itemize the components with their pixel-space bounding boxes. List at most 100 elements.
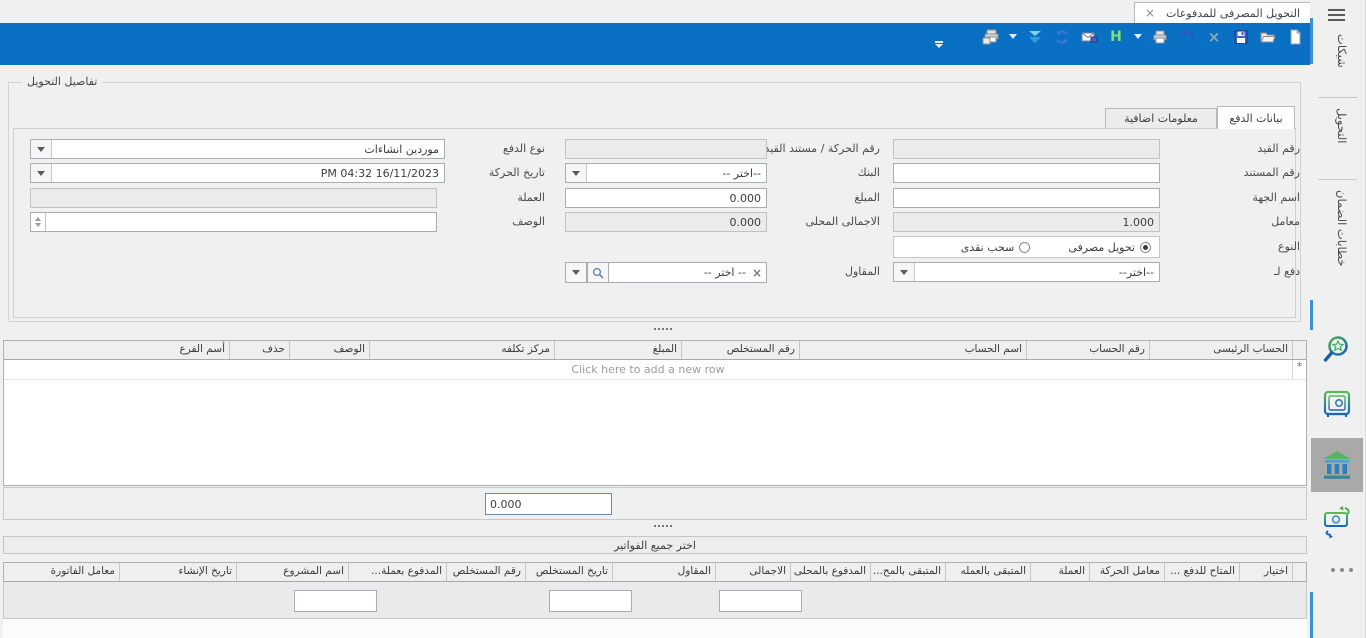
grid2-filter-input-1[interactable] (294, 590, 377, 612)
tab-additional-info[interactable]: معلومات اضافية (1105, 108, 1217, 129)
column-header[interactable]: الاجمالى (715, 563, 790, 581)
open-folder-icon[interactable] (1259, 28, 1277, 46)
label-document-number: رقم المستند (1244, 166, 1300, 179)
dropdown-button[interactable] (31, 164, 52, 182)
label-local-total: الاجمالى المحلى (805, 215, 880, 228)
print-preview-icon[interactable] (982, 28, 1000, 46)
money-transfer-icon[interactable] (1320, 502, 1354, 540)
save-icon[interactable] (1232, 28, 1250, 46)
clear-icon[interactable]: × (752, 266, 762, 280)
column-header[interactable]: معامل الحركة (1089, 563, 1164, 581)
dropdown-button[interactable] (565, 262, 587, 283)
bank-icon[interactable] (1311, 438, 1363, 492)
app-window: { "doc_tab": { "title": "التحويل المصرفى… (0, 0, 1366, 638)
sidebar-item-transfer[interactable]: التحويل (1335, 108, 1349, 143)
sidebar-item-guarantee-letters[interactable]: خطابات الضمان (1335, 190, 1349, 267)
column-header[interactable]: المقاول (612, 563, 715, 581)
column-header[interactable]: تاريخ الإنشاء (119, 563, 236, 581)
attachments-icon[interactable]: H (1107, 28, 1125, 46)
refresh-icon[interactable] (1053, 28, 1071, 46)
column-header[interactable]: رقم المستخلص (446, 563, 525, 581)
column-header[interactable]: المتبقى بالعمله (945, 563, 1030, 581)
column-header[interactable]: أسم الفرع (4, 341, 229, 359)
sidebar-divider (1318, 179, 1357, 180)
close-icon[interactable]: × (1145, 7, 1155, 19)
column-header[interactable]: معامل الفاتورة (4, 563, 119, 581)
column-header[interactable]: الوصف (289, 341, 369, 359)
rate-field: 1.000 (893, 212, 1160, 232)
delete-icon[interactable]: × (1205, 28, 1223, 46)
new-document-icon[interactable] (1286, 28, 1304, 46)
send-mail-icon[interactable] (1080, 28, 1098, 46)
column-header[interactable]: المدفوع بعملة... (348, 563, 446, 581)
amount-input[interactable]: 0.000 (565, 188, 767, 208)
select-all-invoices-bar[interactable]: اختر جميع الفواتير (3, 536, 1307, 554)
column-header[interactable]: رقم المستخلص (681, 341, 799, 359)
collapse-double-down-icon[interactable] (1026, 28, 1044, 46)
column-header[interactable]: المتاح للدفع ... (1164, 563, 1239, 581)
sidebar-item-checks[interactable]: شيكات (1335, 34, 1349, 68)
print-caret-icon[interactable] (1134, 34, 1142, 39)
column-header[interactable]: تاريخ المستخلص (525, 563, 612, 581)
entity-name-input[interactable] (893, 188, 1160, 208)
radio-bank-transfer[interactable]: تحويل مصرفى (1068, 241, 1151, 254)
more-dots-icon[interactable] (1331, 568, 1353, 572)
column-header[interactable]: المدفوع بالمحلى (790, 563, 870, 581)
pay-to-combo[interactable]: --اختر-- (893, 262, 1160, 282)
search-icon[interactable] (587, 262, 609, 283)
column-header[interactable]: المبلغ (554, 341, 681, 359)
column-header[interactable]: رقم الحساب (1026, 341, 1149, 359)
add-row-text[interactable]: Click here to add a new row (4, 360, 1292, 379)
column-header[interactable]: حذف (229, 341, 289, 359)
hamburger-menu-icon[interactable] (1328, 9, 1345, 24)
horizontal-splitter[interactable] (3, 522, 1307, 530)
payment-type-combo[interactable]: موردين انشاءات (30, 139, 445, 159)
label-movement-number: رقم الحركة / مستند القيد (765, 142, 880, 155)
total-row: 0.000 (3, 487, 1307, 520)
dropdown-button[interactable] (894, 263, 915, 281)
entry-number-field (893, 139, 1160, 159)
row-indicator: * (1292, 360, 1306, 379)
chevron-down-icon (37, 171, 45, 176)
accounts-grid: الحساب الرئيسىرقم الحساباسم الحسابرقم ال… (3, 340, 1307, 486)
vault-icon[interactable] (1320, 386, 1354, 424)
label-contractor: المقاول (845, 265, 880, 278)
tab-payment-data[interactable]: بيانات الدفع (1217, 106, 1295, 129)
column-header[interactable]: اسم الحساب (799, 341, 1026, 359)
grid2-filter-input-2[interactable] (549, 590, 632, 612)
column-header[interactable]: المتبقى بالمح... (870, 563, 945, 581)
radio-cash-withdrawal[interactable]: سحب نقدى (961, 241, 1031, 254)
dropdown-button[interactable] (566, 164, 587, 182)
movement-date-picker[interactable]: PM 04:32 16/11/2023 (30, 163, 445, 183)
invoices-grid-header: اختيارالمتاح للدفع ...معامل الحركةالعملة… (4, 563, 1306, 582)
radio-circle[interactable] (1140, 242, 1151, 253)
document-number-input[interactable] (893, 163, 1160, 183)
dropdown-button[interactable] (31, 140, 52, 158)
document-tab[interactable]: التحويل المصرفى للمدفوعات × (1134, 2, 1312, 23)
collapse-caret-icon[interactable] (1009, 34, 1017, 39)
label-amount: المبلغ (854, 191, 880, 204)
undo-icon[interactable] (1178, 28, 1196, 46)
contractor-value[interactable]: -- اختر -- × (609, 262, 767, 283)
bank-combo[interactable]: --اختر -- (565, 163, 767, 183)
column-header[interactable]: الحساب الرئيسى (1149, 341, 1292, 359)
column-header[interactable]: اختيار (1239, 563, 1292, 581)
column-header[interactable]: اسم المشروع (236, 563, 348, 581)
total-amount-input[interactable]: 0.000 (485, 493, 612, 515)
sidebar-accent (1310, 18, 1313, 64)
column-header[interactable]: مركز تكلفه (369, 341, 554, 359)
description-input[interactable] (30, 212, 437, 232)
overflow-icon[interactable] (930, 35, 948, 53)
horizontal-splitter[interactable] (3, 325, 1307, 333)
grid2-filter-input-3[interactable] (719, 590, 802, 612)
label-movement-date: تاريخ الحركة (489, 166, 545, 179)
radio-circle[interactable] (1019, 242, 1030, 253)
column-header[interactable]: العملة (1030, 563, 1089, 581)
invoices-filter-row (3, 582, 1307, 619)
chevron-down-icon (900, 270, 908, 275)
spinner-buttons[interactable] (31, 213, 46, 231)
contractor-search-combo[interactable]: -- اختر -- × (565, 262, 767, 283)
add-new-row[interactable]: * Click here to add a new row (4, 360, 1306, 380)
search-star-icon[interactable] (1320, 332, 1354, 370)
print-icon[interactable] (1151, 28, 1169, 46)
